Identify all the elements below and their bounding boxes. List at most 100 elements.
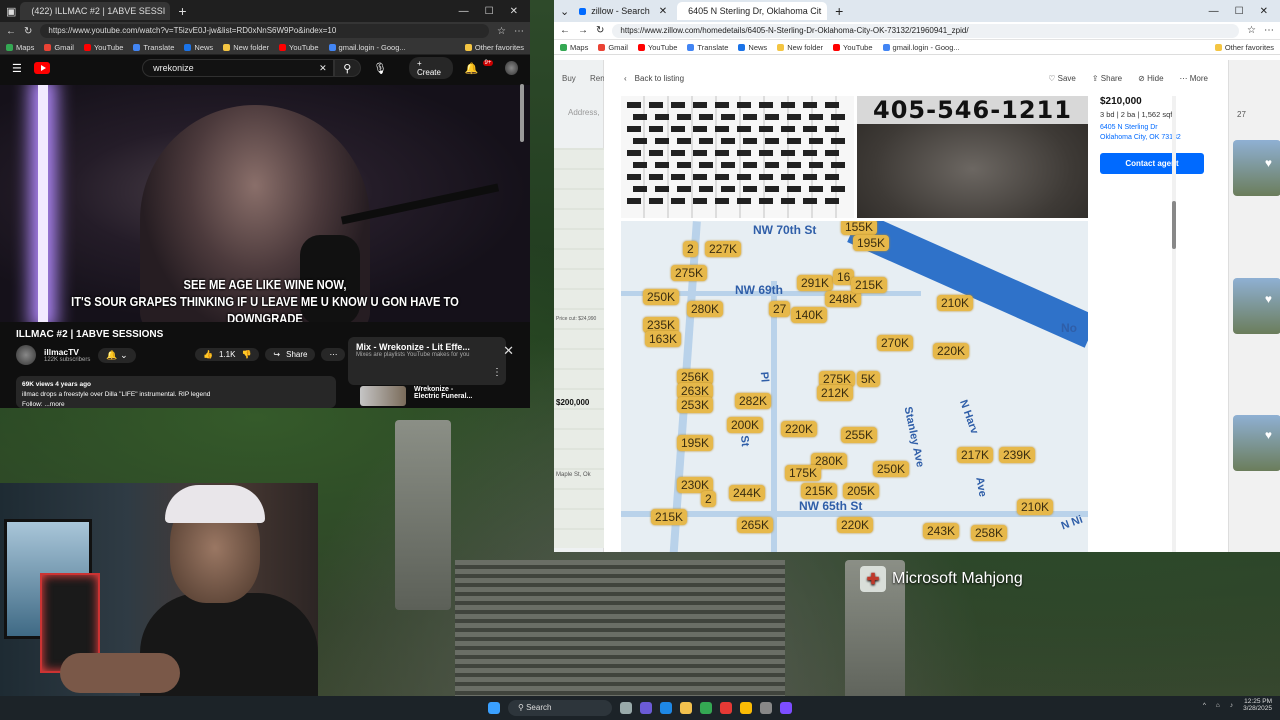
- channel-name[interactable]: illmacTV: [44, 347, 90, 357]
- maximize-icon[interactable]: ☐: [485, 6, 494, 17]
- address-search-input[interactable]: Address,: [568, 108, 600, 117]
- url-input[interactable]: https://www.youtube.com/watch?v=T5izvE0J…: [40, 24, 490, 38]
- bookmark-translate[interactable]: Translate: [133, 43, 174, 52]
- listing-photo-price-map[interactable]: [621, 96, 854, 218]
- heart-icon[interactable]: ♥: [1265, 156, 1272, 170]
- share-button[interactable]: ⇪ Share: [1092, 74, 1122, 83]
- tab-zillow-home[interactable]: 6405 N Sterling Dr, Oklahoma Cit ✕: [677, 2, 828, 20]
- bookmark-youtube-2[interactable]: YouTube: [279, 43, 319, 52]
- like-button[interactable]: 👍 1.1K 👎: [195, 348, 260, 361]
- close-tab-icon[interactable]: ✕: [659, 6, 667, 17]
- close-window-icon[interactable]: ✕: [1260, 6, 1268, 17]
- thumbs-down-icon[interactable]: 👎: [241, 350, 251, 359]
- mic-icon[interactable]: 🎙: [373, 62, 387, 75]
- bookmark-maps[interactable]: Maps: [6, 43, 34, 52]
- bookmark-youtube[interactable]: YouTube: [83, 43, 123, 52]
- scrollbar-thumb[interactable]: [1172, 201, 1176, 249]
- bookmark-folder[interactable]: New folder: [223, 43, 269, 52]
- back-icon[interactable]: ←: [6, 26, 16, 37]
- notifications-icon[interactable]: 🔔: [465, 62, 479, 75]
- bookmark-youtube-2[interactable]: YouTube: [833, 43, 873, 52]
- bookmark-news[interactable]: News: [184, 43, 213, 52]
- url-input[interactable]: https://www.zillow.com/homedetails/6405-…: [612, 23, 1240, 38]
- account-avatar[interactable]: [505, 61, 518, 75]
- video-description[interactable]: 69K views 4 years ago illmac drops a fre…: [16, 376, 336, 408]
- youtube-logo-icon[interactable]: [33, 62, 51, 74]
- volume-icon[interactable]: ♪: [1230, 702, 1233, 709]
- listing-photo-sign[interactable]: 405-546-1211: [857, 96, 1088, 218]
- bookmark-youtube[interactable]: YouTube: [637, 43, 677, 52]
- menu-dots-icon[interactable]: ⋯: [1264, 25, 1274, 36]
- reload-icon[interactable]: ↻: [596, 25, 604, 36]
- system-tray[interactable]: ^ ⌂ ♪ 12:25 PM 3/28/2025: [1203, 698, 1272, 712]
- heart-icon[interactable]: ♥: [1265, 292, 1272, 306]
- nav-buy[interactable]: Buy: [562, 74, 576, 83]
- scrollbar-thumb[interactable]: [520, 84, 524, 142]
- nav-rent[interactable]: Ren: [590, 74, 605, 83]
- bookmark-folder[interactable]: New folder: [777, 43, 823, 52]
- tab-zillow-search[interactable]: zillow - Search ✕: [573, 2, 673, 20]
- contact-agent-button[interactable]: Contact agent: [1100, 153, 1204, 174]
- search-button[interactable]: ⚲: [333, 59, 361, 77]
- bookmark-gmail-login[interactable]: gmail.login - Goog...: [328, 43, 406, 52]
- menu-dots-icon[interactable]: ⋯: [514, 26, 524, 37]
- tray-chevron-icon[interactable]: ^: [1203, 702, 1206, 709]
- tab-actions-icon[interactable]: ⌄: [560, 5, 569, 18]
- teams-icon[interactable]: [640, 702, 652, 714]
- other-favorites[interactable]: Other favorites: [464, 43, 524, 52]
- search-input[interactable]: wrekonize ✕: [142, 59, 334, 77]
- close-window-icon[interactable]: ✕: [510, 6, 518, 17]
- start-icon[interactable]: [488, 702, 500, 714]
- new-tab-icon[interactable]: +: [831, 3, 847, 19]
- bookmark-translate[interactable]: Translate: [687, 43, 728, 52]
- star-icon[interactable]: ☆: [1247, 25, 1256, 36]
- scrollbar[interactable]: [1172, 96, 1176, 552]
- listing-address[interactable]: 6405 N Sterling Dr Oklahoma City, OK 731…: [1100, 123, 1228, 143]
- bookmark-gmail-login[interactable]: gmail.login - Goog...: [882, 43, 960, 52]
- task-view-icon[interactable]: [620, 702, 632, 714]
- star-icon[interactable]: ☆: [497, 26, 506, 37]
- file-explorer-icon[interactable]: [680, 702, 692, 714]
- more-button[interactable]: ⋯ More: [1180, 74, 1208, 83]
- minimize-icon[interactable]: —: [459, 6, 469, 17]
- network-icon[interactable]: ⌂: [1216, 702, 1220, 709]
- share-button[interactable]: ↪ Share: [265, 348, 316, 361]
- clear-search-icon[interactable]: ✕: [319, 60, 327, 76]
- other-favorites[interactable]: Other favorites: [1214, 43, 1274, 52]
- new-tab-icon[interactable]: +: [174, 3, 190, 19]
- hide-button[interactable]: ⊘ Hide: [1138, 74, 1163, 83]
- hamburger-menu-icon[interactable]: ☰: [12, 62, 22, 75]
- channel-avatar[interactable]: [16, 345, 36, 365]
- bookmark-news[interactable]: News: [738, 43, 767, 52]
- bookmark-maps[interactable]: Maps: [560, 43, 588, 52]
- app-icon[interactable]: [720, 702, 732, 714]
- minimize-icon[interactable]: —: [1209, 6, 1219, 17]
- listing-thumbnail[interactable]: [1233, 278, 1280, 334]
- back-icon[interactable]: ←: [560, 25, 570, 36]
- maximize-icon[interactable]: ☐: [1235, 6, 1244, 17]
- listing-thumbnail[interactable]: [1233, 140, 1280, 196]
- tab-youtube[interactable]: (422) ILLMAC #2 | 1ABVE SESSI ✕: [20, 2, 171, 20]
- search-map[interactable]: [554, 148, 604, 548]
- listing-photo-neighborhood-map[interactable]: NW 70th St NW 69th Stanley Ave N Harv Av…: [621, 221, 1088, 552]
- app-icon[interactable]: [780, 702, 792, 714]
- bookmark-gmail[interactable]: Gmail: [44, 43, 74, 52]
- edge-icon[interactable]: [660, 702, 672, 714]
- sidebar-toggle-icon[interactable]: ▣: [6, 5, 16, 18]
- clock[interactable]: 12:25 PM 3/28/2025: [1243, 698, 1272, 712]
- playlist-item[interactable]: Wrekonize - Electric Funeral...: [360, 386, 472, 406]
- more-actions-button[interactable]: ⋯: [321, 348, 346, 361]
- subscribe-bell-button[interactable]: 🔔 ⌄: [98, 347, 136, 363]
- save-button[interactable]: ♡ Save: [1048, 74, 1076, 83]
- create-button[interactable]: + Create: [408, 57, 453, 79]
- reload-icon[interactable]: ↻: [24, 26, 32, 37]
- back-to-listing-link[interactable]: ‹ Back to listing: [624, 74, 684, 83]
- settings-icon[interactable]: [760, 702, 772, 714]
- forward-icon[interactable]: →: [578, 25, 588, 36]
- more-vertical-icon[interactable]: ⋮: [492, 367, 502, 378]
- close-icon[interactable]: ✕: [503, 343, 514, 359]
- taskbar-search[interactable]: ⚲ Search: [508, 700, 612, 716]
- xbox-icon[interactable]: [700, 702, 712, 714]
- chrome-icon[interactable]: [740, 702, 752, 714]
- mix-playlist-panel[interactable]: Mix - Wrekonize - Lit Effe... Mixes are …: [348, 337, 514, 385]
